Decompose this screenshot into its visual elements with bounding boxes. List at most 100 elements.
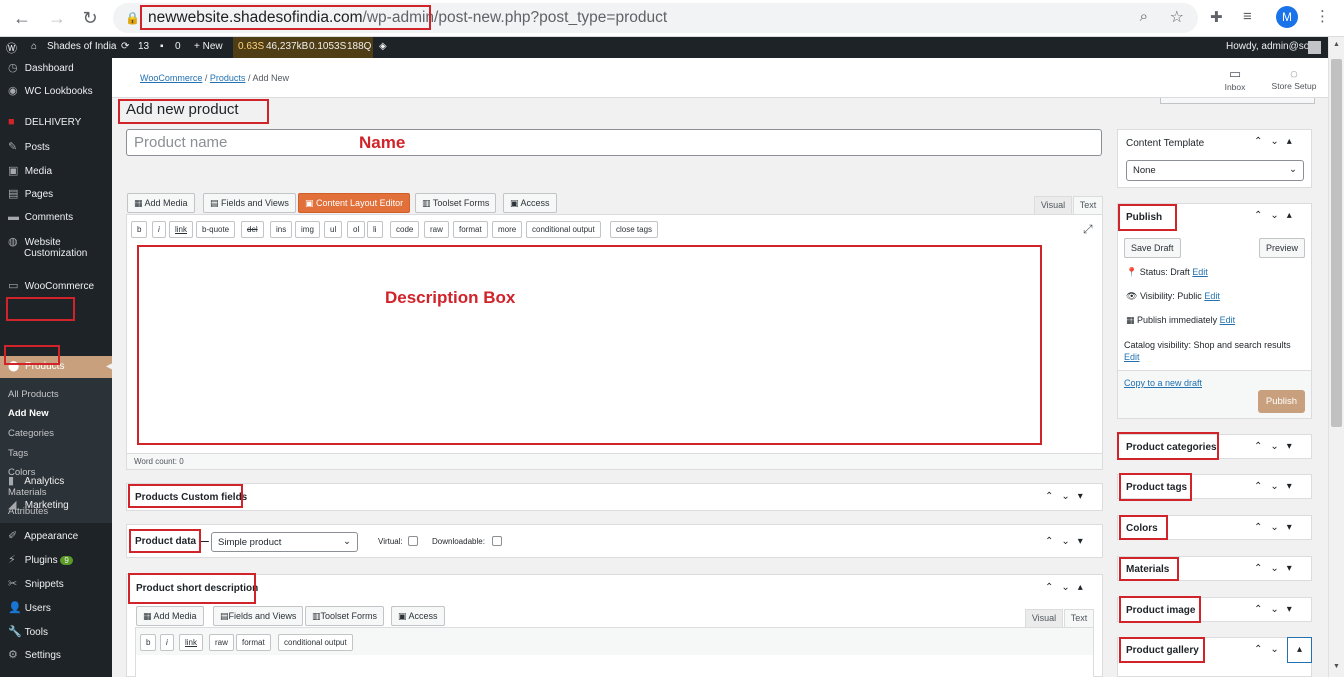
content-template-select[interactable]: None ⌄ — [1126, 160, 1304, 181]
forward-icon[interactable]: → — [45, 7, 69, 29]
sub-tags[interactable]: Tags — [8, 448, 28, 459]
avatar[interactable]: M — [1276, 6, 1298, 28]
quicktag-b[interactable]: b — [131, 221, 148, 238]
menu-pages[interactable]: ▤ Pages — [8, 187, 53, 200]
quicktag-ins[interactable]: ins — [270, 221, 293, 238]
user-avatar[interactable] — [1308, 41, 1321, 54]
copy-draft-link[interactable]: Copy to a new draft — [1124, 378, 1202, 388]
panel-arrows[interactable]: ⌃⌄▾ — [1254, 441, 1300, 452]
panel-arrows[interactable]: ⌃⌄▾ — [1254, 522, 1300, 533]
menu-tools[interactable]: 🔧 Tools — [8, 625, 48, 638]
menu-marketing[interactable]: ◢ Marketing — [8, 498, 69, 511]
tab-visual[interactable]: Visual — [1034, 196, 1072, 215]
short-quicktag-conditional-output[interactable]: conditional output — [278, 634, 353, 651]
menu-analytics[interactable]: ▮ Analytics — [8, 474, 64, 487]
scrollbar-thumb[interactable] — [1331, 59, 1342, 427]
menu-dashboard[interactable]: ◷ Dashboard — [8, 61, 74, 74]
zoom-icon[interactable]: ⌕ — [1140, 8, 1148, 25]
store-setup-button[interactable]: ◌ Store Setup — [1269, 66, 1319, 91]
crumb-woocommerce[interactable]: WooCommerce — [140, 73, 202, 83]
sub-categories[interactable]: Categories — [8, 428, 54, 439]
fields-views-button[interactable]: ▤ Fields and Views — [203, 193, 296, 213]
edit-date-link[interactable]: Edit — [1220, 315, 1236, 325]
short-tab-text[interactable]: Text — [1064, 609, 1094, 628]
menu-users[interactable]: 👤 Users — [8, 601, 51, 614]
quicktag-del[interactable]: del — [241, 221, 264, 238]
preview-button[interactable]: Preview — [1259, 238, 1306, 258]
crumb-products[interactable]: Products — [210, 73, 246, 83]
sub-add-new[interactable]: Add New — [8, 408, 49, 419]
short-quicktag-link[interactable]: link — [179, 634, 204, 651]
toolset-forms-button[interactable]: ▥ Toolset Forms — [415, 193, 497, 213]
menu-comments[interactable]: ▬ Comments — [8, 211, 73, 223]
more-icon[interactable]: ⋮ — [1315, 7, 1330, 25]
short-quicktag-b[interactable]: b — [140, 634, 157, 651]
reload-icon[interactable]: ↻ — [78, 7, 102, 29]
menu-delhivery[interactable]: ■ DELHIVERY — [8, 116, 81, 128]
quicktag-ul[interactable]: ul — [324, 221, 343, 238]
sub-materials[interactable]: Materials — [8, 487, 47, 498]
comments-icon[interactable]: ▪ — [160, 41, 164, 52]
panel-arrows[interactable]: ⌃⌄▾ — [1254, 481, 1300, 492]
home-icon[interactable]: ⌂ — [31, 41, 37, 52]
edit-status-link[interactable]: Edit — [1192, 267, 1208, 277]
edit-catalog-link[interactable]: Edit — [1124, 352, 1140, 362]
updates-icon[interactable]: ⟳ — [121, 41, 129, 52]
sub-all-products[interactable]: All Products — [8, 389, 59, 400]
short-add-media-button[interactable]: ▦ Add Media — [136, 606, 204, 626]
short-quicktag-raw[interactable]: raw — [209, 634, 234, 651]
menu-plugins[interactable]: ⚡ Plugins 9 — [8, 553, 73, 566]
quicktag-format[interactable]: format — [453, 221, 488, 238]
menu-woocommerce[interactable]: ▭ WooCommerce — [8, 279, 94, 292]
short-toolset-forms-button[interactable]: ▥Toolset Forms — [305, 606, 385, 626]
access-button[interactable]: ▣ Access — [503, 193, 557, 213]
menu-media[interactable]: ▣ Media — [8, 164, 52, 177]
short-tab-visual[interactable]: Visual — [1025, 609, 1063, 628]
content-layout-editor-button[interactable]: ▣ Content Layout Editor — [298, 193, 411, 213]
fullscreen-icon[interactable]: ⤢ — [1083, 222, 1093, 237]
menu-website-customization[interactable]: ◍ Website — [8, 235, 61, 248]
query-monitor[interactable]: 0.63S 46,237kB 0.1053S 188Q — [233, 37, 373, 58]
gallery-toggle-icon[interactable]: ▴ — [1287, 637, 1312, 663]
updates-count[interactable]: 13 — [138, 41, 149, 52]
playlist-icon[interactable]: ≡ — [1243, 8, 1252, 25]
panel-arrows[interactable]: ⌃⌄▾ — [1254, 604, 1300, 615]
product-name-input[interactable]: Product name — [126, 129, 1102, 156]
wordpress-icon[interactable]: Ⓦ — [6, 40, 17, 56]
quicktag-conditional-output[interactable]: conditional output — [526, 221, 601, 238]
panel-arrows[interactable]: ⌃⌄▴ — [1045, 582, 1091, 593]
menu-snippets[interactable]: ✂ Snippets — [8, 577, 64, 590]
menu-posts[interactable]: ✎ Posts — [8, 140, 50, 153]
quicktag-code[interactable]: code — [390, 221, 420, 238]
short-quicktag-i[interactable]: i — [160, 634, 174, 651]
site-name[interactable]: Shades of India — [47, 41, 117, 52]
quicktag-raw[interactable]: raw — [424, 221, 449, 238]
quicktag-b-quote[interactable]: b-quote — [196, 221, 236, 238]
back-icon[interactable]: ← — [10, 7, 34, 29]
short-fields-views-button[interactable]: ▤Fields and Views — [213, 606, 304, 626]
short-quicktag-format[interactable]: format — [236, 634, 271, 651]
quicktag-img[interactable]: img — [295, 221, 320, 238]
screen-options-tabs[interactable] — [1160, 98, 1315, 104]
new-menu[interactable]: + New — [194, 41, 223, 52]
quicktag-ol[interactable]: ol — [347, 221, 366, 238]
downloadable-checkbox[interactable] — [492, 536, 502, 546]
star-icon[interactable]: ☆ — [1170, 7, 1184, 27]
short-description-textarea[interactable] — [136, 655, 1093, 677]
panel-arrows[interactable]: ⌃⌄▾ — [1254, 563, 1300, 574]
panel-arrows[interactable]: ⌃⌄ — [1254, 644, 1287, 655]
add-media-button[interactable]: ▦ Add Media — [127, 193, 195, 213]
extensions-icon[interactable]: ✚ — [1210, 8, 1223, 26]
publish-button[interactable]: Publish — [1258, 390, 1305, 413]
menu-wc-lookbooks[interactable]: ◉ WC Lookbooks — [8, 84, 93, 97]
quicktag-li[interactable]: li — [367, 221, 383, 238]
inbox-button[interactable]: ▭ Inbox — [1210, 66, 1260, 92]
howdy-text[interactable]: Howdy, admin@soi — [1226, 41, 1312, 52]
save-draft-button[interactable]: Save Draft — [1124, 238, 1181, 258]
tab-text[interactable]: Text — [1073, 196, 1103, 215]
menu-settings[interactable]: ⚙ Settings — [8, 648, 61, 661]
comments-count[interactable]: 0 — [175, 41, 181, 52]
menu-appearance[interactable]: ✐ Appearance — [8, 529, 78, 542]
diamond-icon[interactable]: ◈ — [379, 41, 387, 52]
virtual-checkbox[interactable] — [408, 536, 418, 546]
